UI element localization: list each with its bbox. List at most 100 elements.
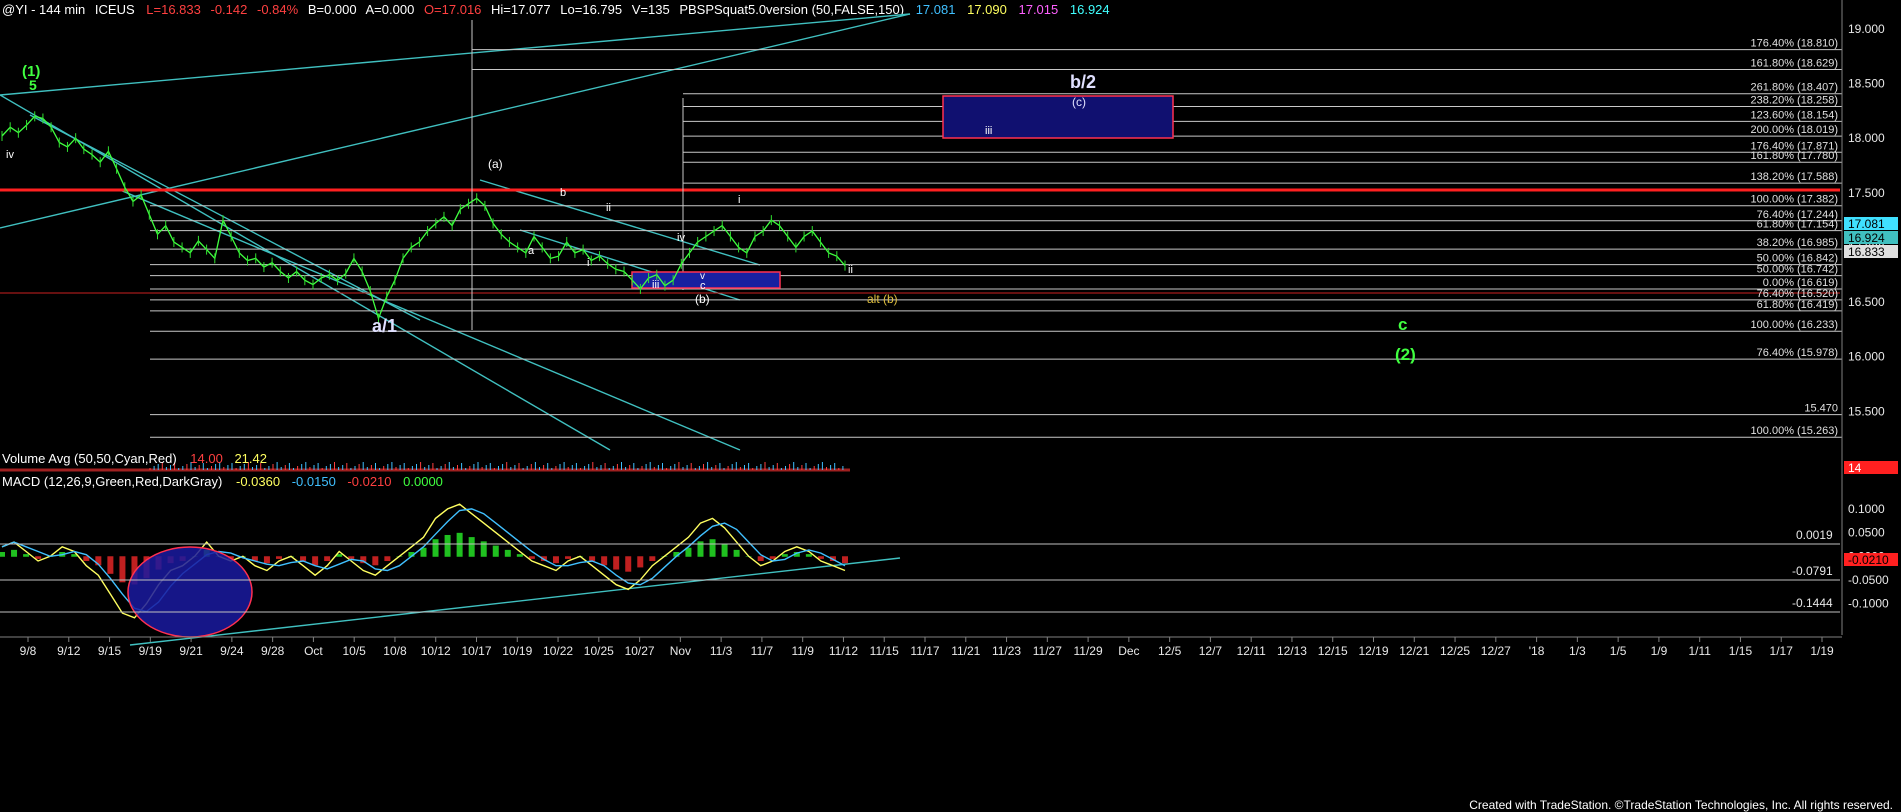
macd-hist-bar: [456, 532, 463, 557]
fib-label: 100.00% (15.263): [1751, 425, 1838, 437]
macd-hist-bar: [649, 556, 656, 562]
date-label: 11/12: [829, 644, 858, 658]
header-study: PBSPSquat5.0version (50,FALSE,150): [679, 2, 904, 17]
date-label: 12/21: [1399, 644, 1429, 658]
header-study-val-2: 17.090: [967, 2, 1007, 17]
wave-label-iii-box: iii: [985, 125, 992, 137]
target-box-b2: [942, 95, 1174, 139]
date-label: 12/25: [1440, 644, 1470, 658]
fib-label: 176.40% (18.810): [1751, 38, 1838, 50]
wave-label-v-small: v: [700, 271, 705, 282]
wave-label-1-5: 5: [29, 77, 37, 93]
macd-hist-bar: [552, 556, 559, 564]
fib-label: 261.80% (18.407): [1751, 82, 1838, 94]
macd-hist-bar: [23, 554, 30, 557]
price-axis-label: 18.500: [1848, 77, 1885, 91]
volume-val-1: 14.00: [190, 451, 223, 466]
date-label: 1/3: [1569, 644, 1586, 658]
header-open: O=17.016: [424, 2, 481, 17]
wave-label-ii-2: ii: [848, 264, 853, 276]
price-axis-label: 17.500: [1848, 186, 1885, 200]
macd-hist-bar: [757, 556, 764, 562]
macd-hist-bar: [275, 556, 282, 559]
wave-label-b-paren: (b): [695, 292, 710, 306]
fib-label: 123.60% (18.154): [1751, 109, 1838, 121]
chart-canvas: @YI - 144 min ICEUS L=16.833 -0.142 -0.8…: [0, 0, 1901, 812]
wave-label-c-green: c: [1398, 315, 1407, 334]
price-axis-label: 16.500: [1848, 295, 1885, 309]
header-study-val-3: 17.015: [1018, 2, 1058, 17]
fib-label: 50.00% (16.742): [1757, 264, 1838, 276]
date-label: 11/9: [791, 644, 814, 658]
date-label: 9/8: [20, 644, 37, 658]
footer-credit: Created with TradeStation. ©TradeStation…: [1469, 798, 1893, 812]
fib-label: 238.20% (18.258): [1751, 94, 1838, 106]
macd-hist-bar: [842, 556, 848, 564]
header-last: L=16.833: [146, 2, 201, 17]
fib-label: 161.80% (17.780): [1751, 150, 1838, 162]
date-label: 10/17: [461, 644, 491, 658]
macd-hist-bar: [444, 534, 451, 557]
date-label: 11/29: [1074, 644, 1103, 658]
wave-label-iv-2: iv: [677, 232, 685, 244]
date-label: 11/27: [1033, 644, 1062, 658]
date-label: '18: [1529, 644, 1545, 658]
price-axis-label: 18.000: [1848, 131, 1885, 145]
macd-tag: -0.0210: [1848, 553, 1889, 567]
macd-hist-bar: [492, 545, 499, 557]
wave-label-c-paren: (c): [1072, 95, 1086, 109]
fib-label: 61.80% (16.419): [1757, 299, 1838, 311]
wave-label-a1: a/1: [372, 316, 397, 336]
fib-label: 100.00% (17.382): [1751, 194, 1838, 206]
date-label: 10/19: [502, 644, 532, 658]
date-label: 11/3: [710, 644, 733, 658]
header-exchange: ICEUS: [95, 2, 135, 17]
date-label: 9/15: [98, 644, 122, 658]
macd-hist-bar: [709, 539, 716, 557]
date-label: 12/7: [1199, 644, 1223, 658]
wave-label-b-small: b: [560, 187, 566, 199]
macd-hist-bar: [781, 554, 788, 557]
wave-label-ii-1: ii: [606, 202, 611, 214]
price-axis-label: 16.000: [1848, 350, 1885, 364]
date-label: 11/7: [751, 644, 774, 658]
macd-hist-bar: [504, 549, 511, 557]
macd-hist-bar: [468, 537, 475, 557]
macd-level-label-1: 0.0019: [1796, 528, 1833, 542]
header-symbol: @YI - 144 min: [2, 2, 85, 17]
macd-hist-bar: [372, 556, 379, 566]
date-label: 10/12: [421, 644, 451, 658]
macd-hist-bar: [565, 556, 572, 559]
date-label: 9/12: [57, 644, 81, 658]
fib-label: 138.20% (17.588): [1751, 171, 1838, 183]
date-label: 12/27: [1481, 644, 1511, 658]
macd-axis-label: -0.1000: [1848, 597, 1889, 611]
volume-title: Volume Avg (50,50,Cyan,Red): [2, 451, 177, 466]
date-label: 12/13: [1277, 644, 1307, 658]
macd-axis-label: 0.0500: [1848, 526, 1885, 540]
wave-label-2: (2): [1395, 345, 1416, 364]
price-tag: 17.081: [1848, 217, 1885, 231]
date-label: 10/27: [625, 644, 655, 658]
date-label: 9/24: [220, 644, 244, 658]
wave-label-iv-left: iv: [6, 149, 14, 161]
header-study-val-4: 16.924: [1070, 2, 1110, 17]
price-axis-label: 19.000: [1848, 22, 1885, 36]
fib-label: 61.80% (17.154): [1757, 219, 1838, 231]
volume-val-2: 21.42: [234, 451, 267, 466]
macd-level-label-3: -0.1444: [1792, 596, 1833, 610]
macd-hist-bar: [107, 556, 114, 574]
header-change: -0.142: [210, 2, 247, 17]
macd-hist-bar: [625, 556, 632, 572]
macd-axis-label: -0.0500: [1848, 573, 1889, 587]
fib-label: 200.00% (18.019): [1751, 124, 1838, 136]
wave-label-i-1: i: [587, 257, 589, 269]
wave-label-iii-1: iii: [652, 279, 659, 291]
macd-val-2: -0.0150: [292, 474, 336, 489]
date-label: 12/5: [1158, 644, 1182, 658]
macd-hist-bar: [613, 556, 620, 570]
macd-hist-bar: [516, 554, 523, 557]
date-label: Dec: [1118, 644, 1139, 658]
date-label: Nov: [670, 644, 691, 658]
macd-title-line: MACD (12,26,9,Green,Red,DarkGray) -0.036…: [2, 474, 443, 489]
